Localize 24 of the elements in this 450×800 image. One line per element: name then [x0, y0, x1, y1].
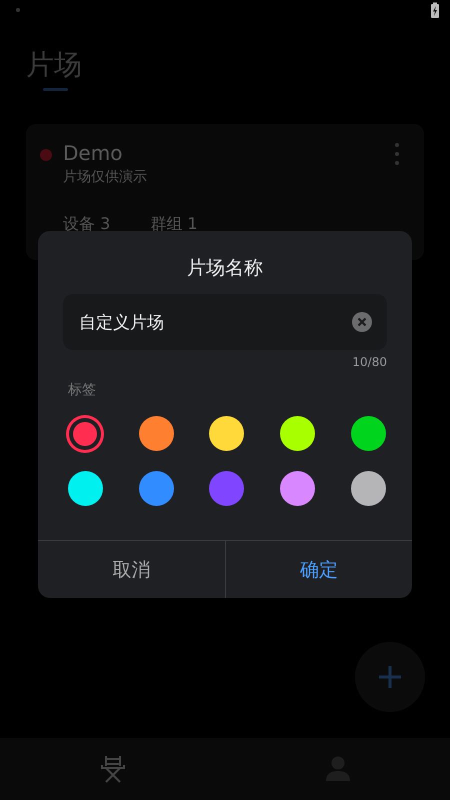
- studio-description: 片场仅供演示: [63, 168, 148, 187]
- battery-icon: [430, 2, 440, 18]
- color-swatch[interactable]: [209, 471, 244, 506]
- color-swatch[interactable]: [138, 471, 174, 506]
- plus-icon: [377, 664, 403, 690]
- color-swatch[interactable]: [68, 471, 103, 506]
- character-counter: 10/80: [352, 354, 387, 370]
- color-swatch[interactable]: [351, 416, 386, 451]
- color-swatch[interactable]: [351, 471, 386, 506]
- confirm-button[interactable]: 确定: [224, 541, 412, 598]
- tags-label: 标签: [68, 381, 96, 400]
- stat-label: 群组 1: [150, 214, 198, 234]
- name-field[interactable]: 自定义片场: [63, 294, 387, 350]
- cancel-button[interactable]: 取消: [38, 541, 224, 598]
- color-swatch[interactable]: [209, 416, 244, 451]
- color-swatch[interactable]: [280, 416, 316, 451]
- page-title: 片场: [26, 48, 83, 82]
- stat-label: 设备 3: [63, 214, 110, 234]
- color-swatch[interactable]: [73, 422, 98, 446]
- clear-icon[interactable]: [352, 312, 372, 332]
- color-swatch[interactable]: [138, 416, 174, 451]
- studio-name: Demo: [63, 140, 124, 166]
- color-swatch[interactable]: [280, 471, 316, 506]
- notification-dot-icon: [16, 8, 20, 12]
